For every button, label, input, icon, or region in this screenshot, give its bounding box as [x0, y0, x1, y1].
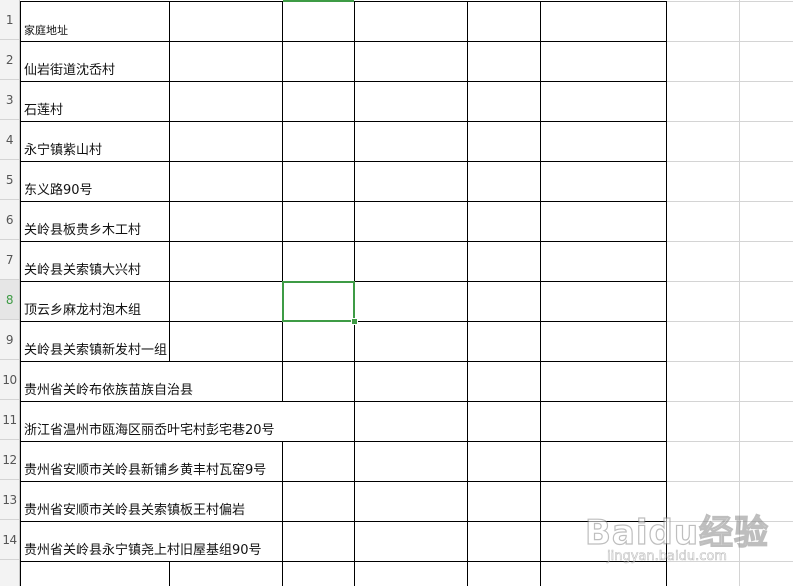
row-number[interactable]: 13: [0, 480, 19, 520]
address-cell[interactable]: 关岭县板贵乡木工村: [24, 223, 141, 239]
row-number[interactable]: 10: [0, 360, 19, 400]
row-number[interactable]: 11: [0, 400, 19, 440]
address-cell[interactable]: 石莲村: [24, 103, 63, 119]
address-cell[interactable]: 仙岩街道沈岙村: [24, 63, 115, 79]
spreadsheet: 1 2 3 4 5 6 7 8 9 10 11 12 13 14 家庭地址 仙岩街道沈岙村 石莲村 永宁镇紫山村…: [0, 0, 793, 586]
row-number[interactable]: 12: [0, 440, 19, 480]
row-number[interactable]: 4: [0, 120, 19, 160]
watermark-url: jingyan.baidu.com: [607, 549, 728, 565]
active-cell-selection[interactable]: [282, 281, 355, 322]
fill-handle[interactable]: [351, 318, 358, 325]
row-number[interactable]: 7: [0, 240, 19, 280]
row-number[interactable]: 3: [0, 80, 19, 120]
row-number[interactable]: 2: [0, 40, 19, 80]
address-cell[interactable]: 浙江省温州市瓯海区丽岙叶宅村彭宅巷20号: [24, 423, 275, 439]
grid-lines: [20, 0, 793, 586]
address-cell[interactable]: 贵州省安顺市关岭县新铺乡黄丰村瓦窑9号: [24, 463, 266, 479]
address-cell[interactable]: 东义路90号: [24, 183, 93, 199]
address-cell[interactable]: 关岭县关索镇大兴村: [24, 263, 141, 279]
baidu-watermark: Baidu经验 jingyan.baidu.com: [584, 505, 775, 575]
address-cell[interactable]: 关岭县关索镇新发村一组: [24, 343, 167, 359]
row-number[interactable]: 14: [0, 520, 19, 560]
row-number[interactable]: 9: [0, 320, 19, 360]
address-cell[interactable]: 永宁镇紫山村: [24, 143, 102, 159]
address-cell[interactable]: 贵州省安顺市关岭县关索镇板王村偏岩: [24, 503, 245, 519]
active-column-marker: [283, 0, 354, 2]
column-header-address[interactable]: 家庭地址: [24, 23, 68, 39]
watermark-logo: Baidu经验: [584, 512, 770, 553]
row-header: 1 2 3 4 5 6 7 8 9 10 11 12 13 14: [0, 0, 20, 586]
address-cell[interactable]: 贵州省关岭县永宁镇尧上村旧屋基组90号: [24, 543, 262, 559]
row-number[interactable]: 8: [0, 280, 19, 320]
row-number[interactable]: 5: [0, 160, 19, 200]
address-cell[interactable]: 顶云乡麻龙村泡木组: [24, 303, 141, 319]
row-number[interactable]: 1: [0, 0, 19, 40]
row-number[interactable]: 6: [0, 200, 19, 240]
address-cell[interactable]: 贵州省关岭布依族苗族自治县: [24, 383, 193, 399]
row-number[interactable]: [0, 560, 19, 586]
